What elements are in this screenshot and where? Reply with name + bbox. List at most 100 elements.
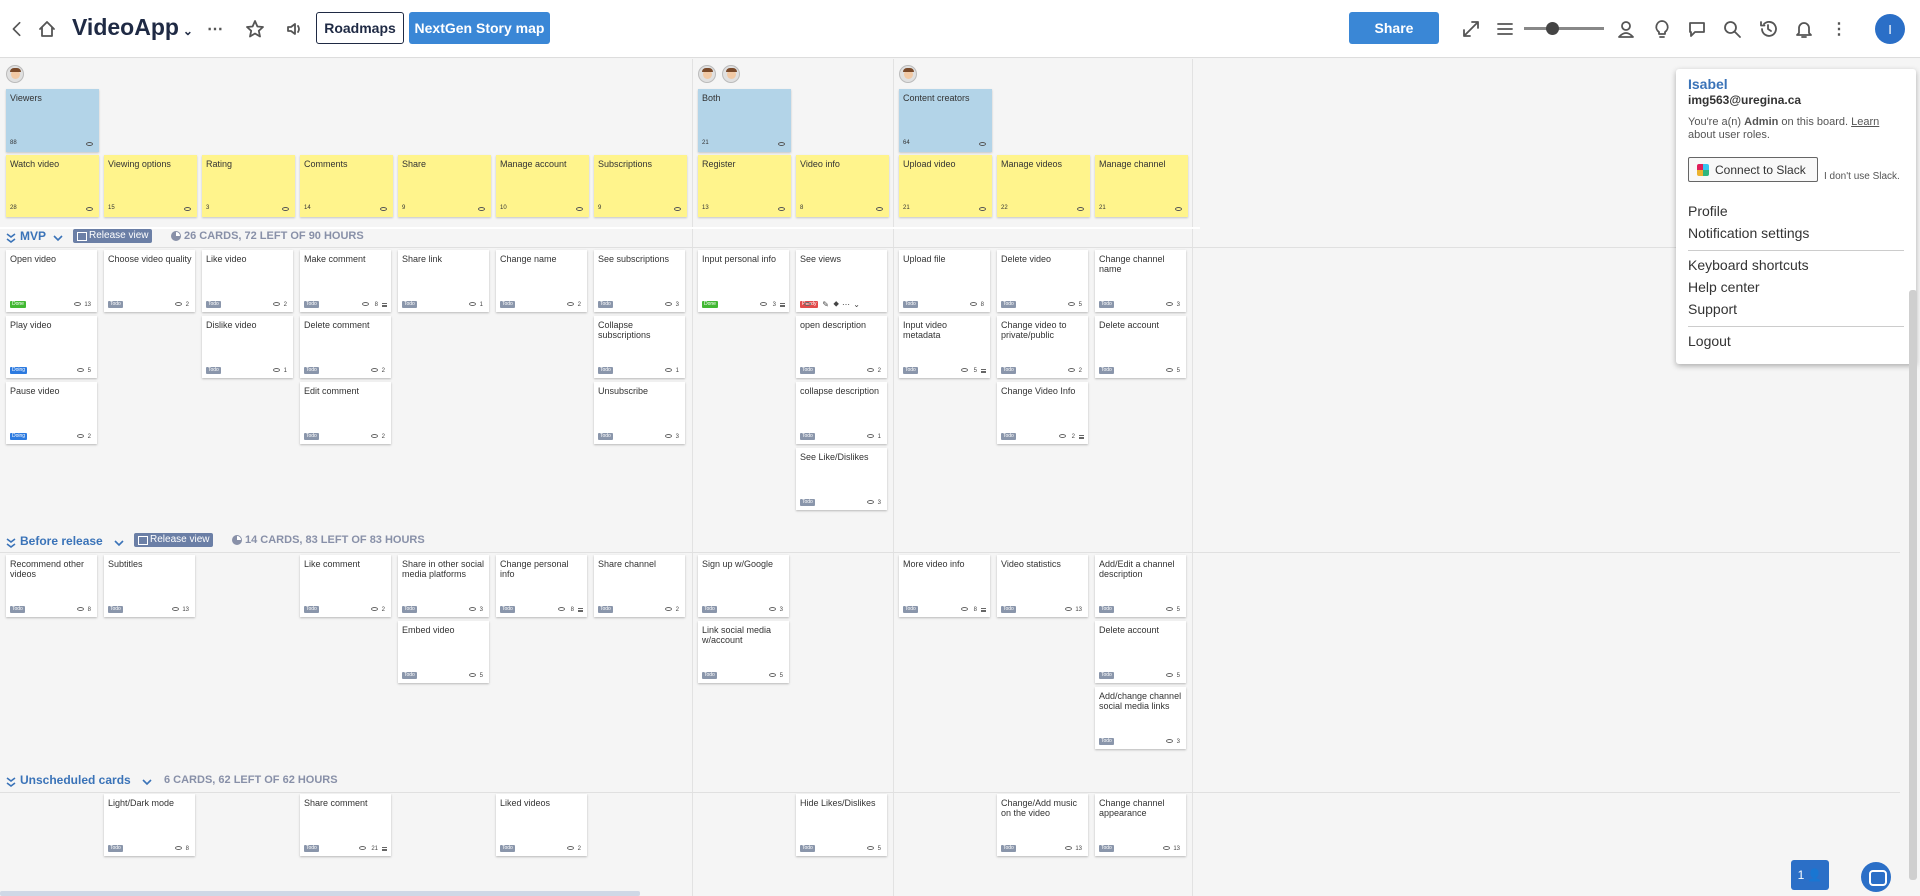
story-card[interactable]: Upload file Todo 8	[899, 250, 990, 312]
status-badge[interactable]: Todo	[1001, 606, 1016, 613]
chevron-down-icon[interactable]: ⌄	[183, 24, 193, 38]
activity-card[interactable]: Rating 3	[202, 155, 295, 217]
bell-icon[interactable]	[1793, 18, 1815, 40]
story-card[interactable]: Like comment Todo 2	[300, 555, 391, 617]
status-badge[interactable]: Todo	[1099, 301, 1114, 308]
status-badge[interactable]: Todo	[402, 301, 417, 308]
story-card[interactable]: Delete account Todo 5	[1095, 621, 1186, 683]
lightbulb-icon[interactable]	[1651, 18, 1673, 40]
home-icon[interactable]	[36, 18, 58, 40]
status-badge[interactable]: Todo	[206, 301, 221, 308]
status-badge[interactable]: Todo	[1099, 672, 1114, 679]
story-card[interactable]: Liked videos Todo 2	[496, 794, 587, 856]
story-card[interactable]: Change personal info Todo 8	[496, 555, 587, 617]
status-badge[interactable]: Todo	[1001, 433, 1016, 440]
story-card[interactable]: Pause video Doing 2	[6, 382, 97, 444]
density-icon[interactable]	[1494, 18, 1516, 40]
nextgen-story-map-button[interactable]: NextGen Story map	[409, 12, 550, 44]
menu-item-keyboard-shortcuts[interactable]: Keyboard shortcuts	[1688, 257, 1809, 273]
collapse-chevron-icon[interactable]	[5, 536, 17, 548]
story-card[interactable]: Sign up w/Google Todo 3	[698, 555, 789, 617]
kebab-menu-icon[interactable]: ⋮	[1829, 18, 1849, 40]
story-card[interactable]: Change/Add music on the video Todo 13	[997, 794, 1088, 856]
status-badge[interactable]: Done	[10, 301, 26, 308]
activity-card[interactable]: Register 13	[698, 155, 791, 217]
activity-card[interactable]: Share 9	[398, 155, 491, 217]
persona-avatar-both-1[interactable]	[698, 65, 716, 83]
persona-card[interactable]: Both 21	[698, 89, 791, 152]
search-icon[interactable]	[1721, 18, 1743, 40]
chevron-down-icon[interactable]	[141, 775, 153, 787]
story-card[interactable]: Recommend other videos Todo 8	[6, 555, 97, 617]
story-card[interactable]: Dislike video Todo 1	[202, 316, 293, 378]
story-card[interactable]: Light/Dark mode Todo 8	[104, 794, 195, 856]
release-name[interactable]: Before release	[20, 534, 103, 548]
status-badge[interactable]: Todo	[108, 301, 123, 308]
story-card[interactable]: Delete account Todo 5	[1095, 316, 1186, 378]
story-card[interactable]: See views Ready ✎ ⬥ ⋯ ⌄	[796, 250, 887, 312]
story-card[interactable]: Change video to private/public Todo 2	[997, 316, 1088, 378]
avatar[interactable]: I	[1875, 14, 1905, 44]
story-card[interactable]: Input video metadata Todo 5	[899, 316, 990, 378]
status-badge[interactable]: Todo	[702, 606, 717, 613]
chevron-down-icon[interactable]	[52, 231, 64, 243]
release-view-button[interactable]: Release view	[73, 229, 153, 243]
horizontal-scrollbar[interactable]	[0, 891, 640, 896]
status-badge[interactable]: Todo	[800, 499, 815, 506]
status-badge[interactable]: Todo	[1001, 301, 1016, 308]
history-icon[interactable]	[1757, 18, 1779, 40]
status-badge[interactable]: Todo	[304, 367, 319, 374]
story-card[interactable]: Change name Todo 2	[496, 250, 587, 312]
story-card[interactable]: Hide Likes/Dislikes Todo 5	[796, 794, 887, 856]
story-card[interactable]: Share link Todo 1	[398, 250, 489, 312]
vertical-scrollbar[interactable]	[1909, 290, 1917, 880]
story-card[interactable]: Open video Done 13	[6, 250, 97, 312]
status-badge[interactable]: Todo	[1099, 738, 1114, 745]
support-chat-icon[interactable]	[1861, 862, 1891, 892]
learn-link[interactable]: Learn	[1851, 116, 1879, 128]
activity-card[interactable]: Comments 14	[300, 155, 393, 217]
story-card[interactable]: Like video Todo 2	[202, 250, 293, 312]
status-badge[interactable]: Todo	[304, 433, 319, 440]
story-card[interactable]: Choose video quality Todo 2	[104, 250, 195, 312]
status-badge[interactable]: Todo	[1099, 606, 1114, 613]
story-card[interactable]: Share comment Todo 21	[300, 794, 391, 856]
story-card[interactable]: More video info Todo 8	[899, 555, 990, 617]
story-card[interactable]: See Like/Dislikes Todo 3	[796, 448, 887, 510]
story-card[interactable]: Input personal info Done 3	[698, 250, 789, 312]
story-card[interactable]: Change Video Info Todo 2	[997, 382, 1088, 444]
story-card[interactable]: Share channel Todo 2	[594, 555, 685, 617]
speaker-icon[interactable]	[284, 18, 306, 40]
activity-card[interactable]: Watch video 28	[6, 155, 99, 217]
status-badge[interactable]: Todo	[500, 606, 515, 613]
status-badge[interactable]: Todo	[1001, 845, 1016, 852]
status-badge[interactable]: Todo	[1001, 367, 1016, 374]
edit-icon[interactable]: ✎	[822, 300, 829, 309]
persona-card[interactable]: Viewers 88	[6, 89, 99, 152]
release-view-button[interactable]: Release view	[134, 533, 214, 547]
more-options-icon[interactable]: ⋯	[205, 18, 225, 40]
person-icon[interactable]	[1615, 18, 1637, 40]
story-card[interactable]: Subtitles Todo 13	[104, 555, 195, 617]
chat-icon[interactable]	[1686, 18, 1708, 40]
status-badge[interactable]: Doing	[10, 433, 28, 440]
story-card[interactable]: Make comment Todo 8	[300, 250, 391, 312]
zoom-slider-knob[interactable]	[1546, 22, 1559, 35]
status-badge[interactable]: Todo	[1099, 845, 1114, 852]
status-badge[interactable]: Todo	[304, 845, 319, 852]
star-icon[interactable]	[244, 18, 266, 40]
story-card[interactable]: See subscriptions Todo 3	[594, 250, 685, 312]
menu-item-help-center[interactable]: Help center	[1688, 279, 1760, 295]
story-card[interactable]: Add/Edit a channel description Todo 5	[1095, 555, 1186, 617]
story-card[interactable]: Add/change channel social media links Tod…	[1095, 687, 1186, 749]
chevron-down-icon[interactable]: ⌄	[853, 300, 860, 309]
status-badge[interactable]: Todo	[800, 367, 815, 374]
collapse-chevron-icon[interactable]	[5, 775, 17, 787]
story-card[interactable]: Edit comment Todo 2	[300, 382, 391, 444]
zoom-slider[interactable]	[1524, 22, 1604, 35]
activity-card[interactable]: Manage videos 22	[997, 155, 1090, 217]
menu-item-logout[interactable]: Logout	[1688, 333, 1731, 349]
status-badge[interactable]: Todo	[598, 367, 613, 374]
status-badge[interactable]: Todo	[598, 606, 613, 613]
persona-avatar-both-2[interactable]	[722, 65, 740, 83]
